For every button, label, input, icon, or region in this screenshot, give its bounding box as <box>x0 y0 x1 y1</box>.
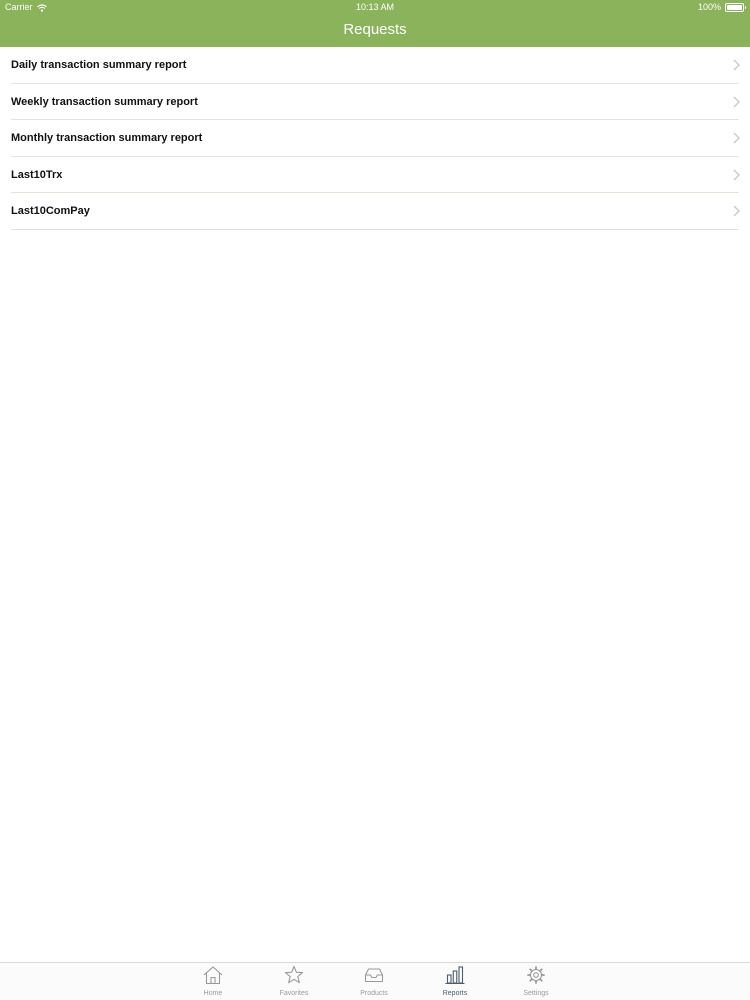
status-bar: Carrier 10:13 AM 100% <box>0 0 750 15</box>
tab-settings[interactable]: Settings <box>501 965 571 999</box>
request-item-monthly[interactable]: Monthly transaction summary report <box>0 120 750 157</box>
request-item-daily[interactable]: Daily transaction summary report <box>0 47 750 84</box>
screen: Carrier 10:13 AM 100% Requests Daily tra… <box>0 0 750 1000</box>
request-item-label: Monthly transaction summary report <box>11 132 203 144</box>
request-item-label: Last10Trx <box>11 168 63 181</box>
battery-percent: 100% <box>697 2 721 12</box>
tab-home[interactable]: Home <box>178 965 248 999</box>
status-time: 10:13 AM <box>355 2 395 12</box>
tab-products[interactable]: Products <box>339 965 409 999</box>
request-item-weekly[interactable]: Weekly transaction summary report <box>0 84 750 121</box>
request-item-last10compay[interactable]: Last10ComPay <box>0 193 750 230</box>
tab-label: Home <box>203 990 223 997</box>
chevron-right-icon <box>733 169 740 180</box>
tab-reports[interactable]: Reports <box>420 965 490 999</box>
request-item-label: Weekly transaction summary report <box>11 95 198 108</box>
tab-label: Products <box>360 990 388 997</box>
chevron-right-icon <box>733 96 740 107</box>
tab-bar: Home Favorites Products Reports Settings <box>0 962 750 1000</box>
gear-icon <box>527 966 545 984</box>
inbox-icon <box>364 968 384 983</box>
chevron-right-icon <box>733 205 740 217</box>
status-right: 100% <box>698 0 746 15</box>
home-icon <box>203 966 223 985</box>
request-item-label: Daily transaction summary report <box>11 59 187 71</box>
request-item-last10trx[interactable]: Last10Trx <box>0 157 750 194</box>
tab-label: Favorites <box>279 990 309 997</box>
chevron-right-icon <box>733 132 740 144</box>
tab-label: Reports <box>442 990 468 997</box>
request-item-label: Last10ComPay <box>11 205 90 217</box>
page-title: Requests <box>343 21 407 38</box>
navigation-bar: Carrier 10:13 AM 100% Requests <box>0 0 750 47</box>
tab-favorites[interactable]: Favorites <box>259 965 329 999</box>
star-icon <box>284 965 304 984</box>
battery-icon <box>725 3 746 12</box>
bar-chart-icon <box>445 966 465 985</box>
tab-label: Settings <box>523 990 549 997</box>
request-list: Daily transaction summary report Weekly … <box>0 47 750 230</box>
chevron-right-icon <box>733 59 740 71</box>
